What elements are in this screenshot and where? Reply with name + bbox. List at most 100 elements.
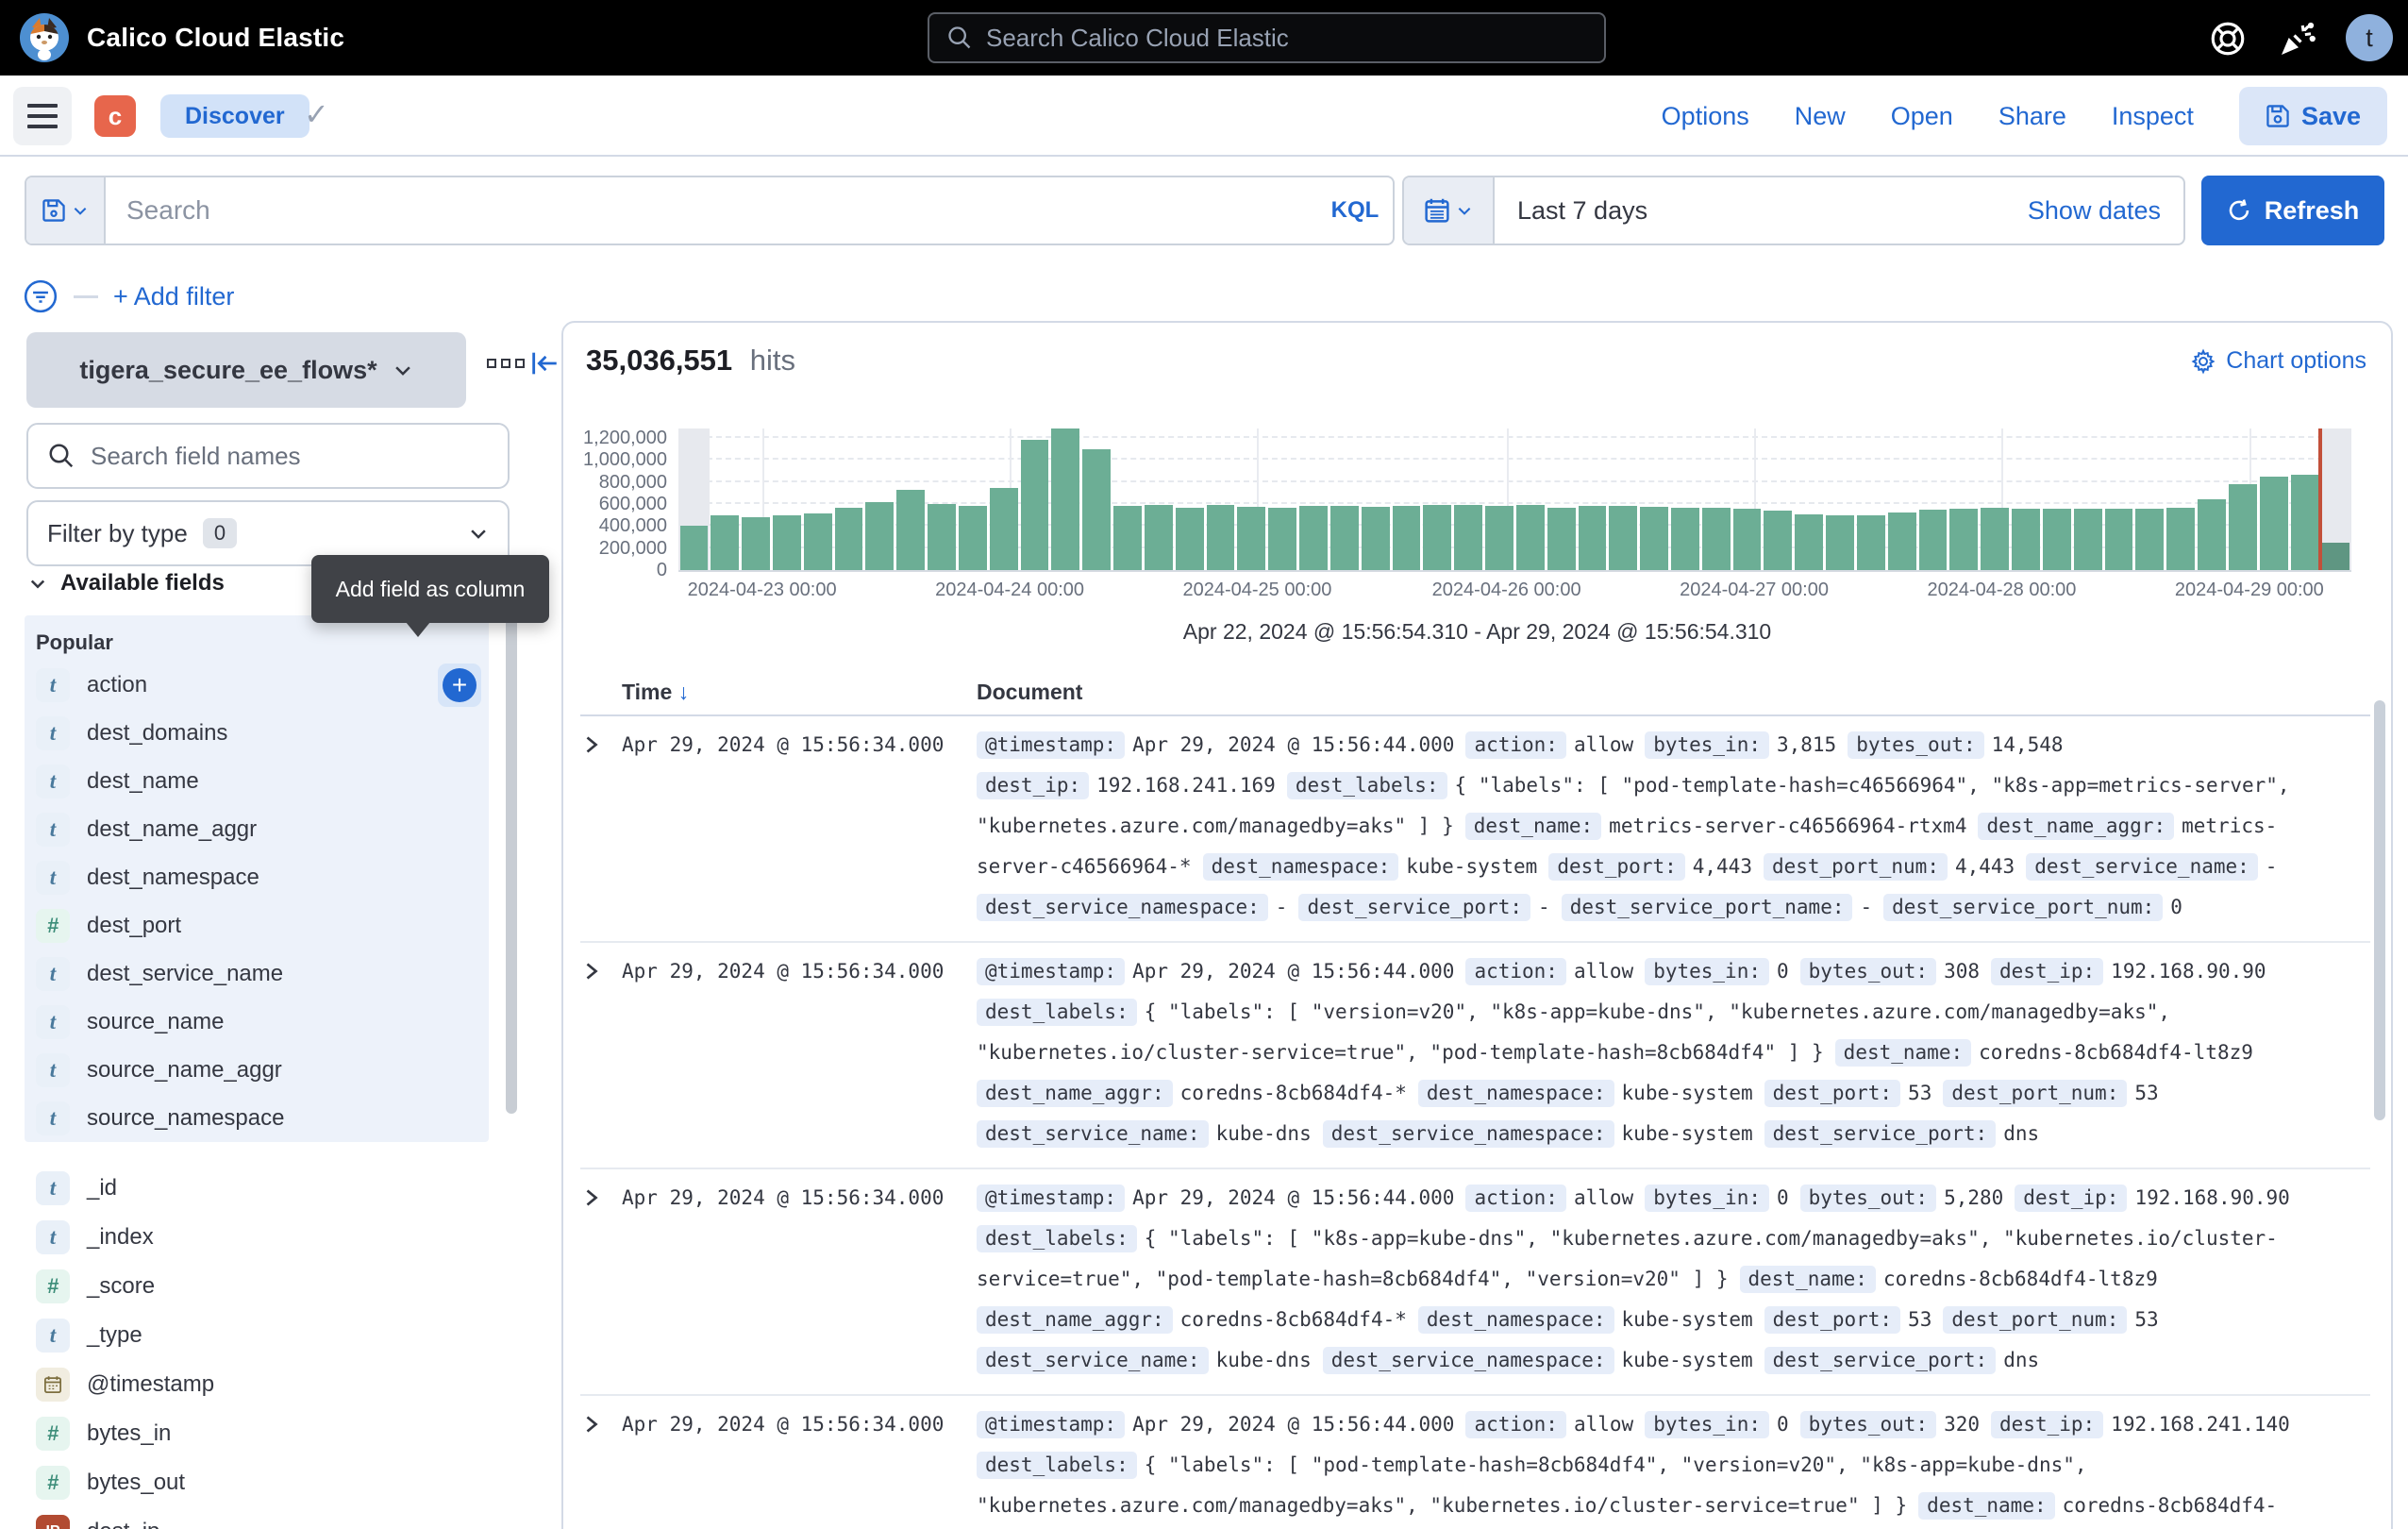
show-dates-link[interactable]: Show dates bbox=[2005, 177, 2183, 244]
histogram-bar[interactable] bbox=[1113, 506, 1142, 570]
query-input[interactable]: Search bbox=[106, 177, 1317, 244]
expand-row-button[interactable] bbox=[580, 1409, 622, 1529]
histogram-bar[interactable] bbox=[1702, 508, 1731, 570]
histogram-bar[interactable] bbox=[1454, 505, 1482, 570]
histogram-bar[interactable] bbox=[2135, 509, 2164, 570]
histogram-bar[interactable] bbox=[1082, 449, 1111, 570]
nav-link-new[interactable]: New bbox=[1795, 102, 1846, 131]
field-item-_type[interactable]: t_type bbox=[25, 1311, 489, 1360]
histogram-bar[interactable] bbox=[1021, 440, 1049, 570]
histogram-bar[interactable] bbox=[2260, 477, 2288, 570]
nav-link-share[interactable]: Share bbox=[1998, 102, 2066, 131]
histogram-bar[interactable] bbox=[1423, 505, 1451, 570]
expand-row-button[interactable] bbox=[580, 1183, 622, 1386]
histogram-bar[interactable] bbox=[1207, 505, 1235, 570]
sort-descending-icon[interactable]: ↓ bbox=[678, 680, 690, 704]
field-item-dest_name_aggr[interactable]: tdest_name_aggr bbox=[25, 805, 489, 853]
histogram-bar[interactable] bbox=[2229, 484, 2257, 570]
histogram-bar[interactable] bbox=[1051, 428, 1079, 570]
histogram-bar[interactable] bbox=[711, 515, 739, 570]
kql-syntax-button[interactable]: KQL bbox=[1317, 177, 1393, 244]
global-search-input[interactable]: Search Calico Cloud Elastic bbox=[928, 12, 1606, 63]
expand-row-button[interactable] bbox=[580, 730, 622, 933]
field-item-source_name[interactable]: tsource_name bbox=[25, 998, 489, 1046]
field-item-dest_domains[interactable]: tdest_domains bbox=[25, 709, 489, 757]
histogram-bar[interactable] bbox=[2012, 509, 2040, 570]
sidebar-scrollbar[interactable] bbox=[506, 615, 517, 1114]
field-item-dest_port[interactable]: #dest_port bbox=[25, 901, 489, 949]
nav-link-inspect[interactable]: Inspect bbox=[2112, 102, 2194, 131]
field-item-action[interactable]: taction+ bbox=[25, 661, 489, 709]
options-icon[interactable] bbox=[487, 359, 525, 368]
histogram-bar[interactable] bbox=[1330, 506, 1359, 570]
histogram-bar[interactable] bbox=[1516, 505, 1545, 570]
histogram-bar[interactable] bbox=[2043, 509, 2071, 570]
histogram-bar[interactable] bbox=[1547, 508, 1576, 571]
histogram-bar[interactable] bbox=[1237, 507, 1265, 570]
histogram-bar[interactable] bbox=[1393, 506, 1421, 570]
field-item-@timestamp[interactable]: @timestamp bbox=[25, 1360, 489, 1409]
histogram-bar[interactable] bbox=[865, 502, 894, 570]
histogram-bar[interactable] bbox=[959, 506, 987, 570]
newsfeed-icon[interactable] bbox=[2278, 19, 2317, 59]
space-badge[interactable]: c bbox=[94, 95, 136, 137]
histogram-bar[interactable] bbox=[1485, 506, 1513, 570]
histogram-bar[interactable] bbox=[680, 526, 709, 570]
refresh-button[interactable]: Refresh bbox=[2201, 176, 2384, 245]
histogram-bar[interactable] bbox=[804, 513, 832, 570]
field-item-dest_name[interactable]: tdest_name bbox=[25, 757, 489, 805]
field-item-bytes_out[interactable]: #bytes_out bbox=[25, 1458, 489, 1507]
saved-query-menu-button[interactable] bbox=[26, 177, 106, 244]
histogram-bar[interactable] bbox=[990, 488, 1018, 571]
help-icon[interactable] bbox=[2208, 19, 2248, 59]
histogram-bar[interactable] bbox=[1888, 512, 1916, 570]
field-search-input[interactable]: Search field names bbox=[26, 423, 510, 489]
field-item-_index[interactable]: t_index bbox=[25, 1213, 489, 1262]
collapse-sidebar-icon[interactable] bbox=[528, 349, 560, 378]
histogram-bar[interactable] bbox=[1362, 507, 1390, 570]
histogram-bar[interactable] bbox=[2198, 499, 2226, 570]
histogram-bar[interactable] bbox=[773, 515, 801, 570]
histogram-bar[interactable] bbox=[2291, 475, 2319, 570]
histogram-bar[interactable] bbox=[1826, 515, 1854, 570]
field-item-_score[interactable]: #_score bbox=[25, 1262, 489, 1311]
time-range-value[interactable]: Last 7 days bbox=[1495, 177, 2005, 244]
histogram-bar[interactable] bbox=[1579, 506, 1607, 570]
histogram-bar[interactable] bbox=[1609, 506, 1637, 570]
field-item-bytes_in[interactable]: #bytes_in bbox=[25, 1409, 489, 1458]
histogram-bar[interactable] bbox=[2166, 508, 2195, 570]
time-column-header[interactable]: Time ↓ bbox=[622, 680, 689, 705]
nav-link-options[interactable]: Options bbox=[1662, 102, 1749, 131]
histogram-bar[interactable] bbox=[1764, 511, 1792, 570]
add-filter-link[interactable]: + Add filter bbox=[113, 282, 234, 311]
histogram-bar[interactable] bbox=[1733, 509, 1762, 570]
field-item-source_namespace[interactable]: tsource_namespace bbox=[25, 1094, 489, 1142]
histogram-bar[interactable] bbox=[2321, 543, 2349, 570]
field-item-dest_namespace[interactable]: tdest_namespace bbox=[25, 853, 489, 901]
filter-icon[interactable] bbox=[23, 278, 59, 314]
table-scrollbar[interactable] bbox=[2374, 700, 2385, 1120]
histogram-bar[interactable] bbox=[1145, 505, 1173, 570]
nav-link-open[interactable]: Open bbox=[1891, 102, 1953, 131]
histogram-bar[interactable] bbox=[1176, 508, 1204, 571]
histogram-bar[interactable] bbox=[1981, 508, 2009, 570]
date-quick-menu-button[interactable] bbox=[1404, 177, 1495, 244]
chart-options-button[interactable]: Chart options bbox=[2190, 347, 2366, 375]
histogram-bar[interactable] bbox=[2074, 509, 2102, 570]
histogram-bar[interactable] bbox=[835, 508, 863, 571]
histogram-bar[interactable] bbox=[1268, 508, 1296, 570]
field-item-_id[interactable]: t_id bbox=[25, 1164, 489, 1213]
menu-button[interactable] bbox=[13, 87, 72, 145]
histogram-bar[interactable] bbox=[1857, 515, 1885, 570]
expand-row-button[interactable] bbox=[580, 956, 622, 1159]
save-button[interactable]: Save bbox=[2239, 87, 2387, 145]
histogram-bar[interactable] bbox=[928, 504, 956, 570]
histogram-bar[interactable] bbox=[1795, 514, 1823, 571]
histogram-bar[interactable] bbox=[896, 490, 925, 570]
chart-plot[interactable] bbox=[678, 428, 2351, 572]
breadcrumb-discover[interactable]: Discover bbox=[160, 94, 309, 138]
histogram-bar[interactable] bbox=[1949, 509, 1978, 570]
field-item-dest_service_name[interactable]: tdest_service_name bbox=[25, 949, 489, 998]
histogram-bar[interactable] bbox=[1671, 508, 1699, 571]
histogram-bar[interactable] bbox=[2105, 509, 2133, 570]
